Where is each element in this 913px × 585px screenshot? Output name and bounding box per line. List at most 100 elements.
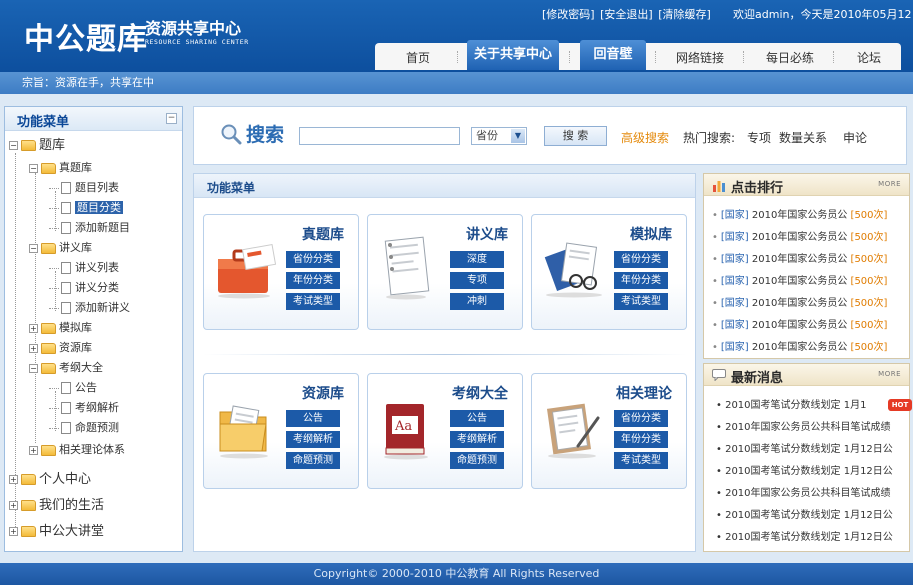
tree-node-handout-list[interactable]: 讲义列表 bbox=[49, 259, 119, 277]
tree-node-personal[interactable]: + 个人中心 bbox=[9, 471, 91, 489]
change-password-link[interactable]: [修改密码] bbox=[542, 8, 595, 21]
search-button[interactable]: 搜 索 bbox=[544, 126, 607, 146]
hot-search-term[interactable]: 专项 bbox=[747, 129, 771, 146]
rank-category[interactable]: [国家] bbox=[721, 320, 749, 331]
tree-node-add-handout[interactable]: 添加新讲义 bbox=[49, 299, 130, 317]
news-text[interactable]: • 2010年国家公务员公共科目笔试成绩 bbox=[716, 422, 891, 433]
ranking-item[interactable]: • [国家] 2010年国家公务员公 [500次] bbox=[712, 341, 887, 355]
card-resources[interactable]: 资源库 公告 考纲解析 命题预测 bbox=[203, 373, 359, 489]
advanced-search-link[interactable]: 高级搜索 bbox=[621, 129, 669, 146]
prediction-button[interactable]: 命题预测 bbox=[450, 452, 504, 469]
card-syllabus[interactable]: Aa 考纲大全 公告 考纲解析 命题预测 bbox=[367, 373, 523, 489]
nav-links[interactable]: 网络链接 bbox=[665, 43, 735, 70]
news-item[interactable]: • 2010国考笔试分数线划定 1月12日公 bbox=[716, 443, 893, 457]
logout-link[interactable]: [安全退出] bbox=[600, 8, 653, 21]
announcement-button[interactable]: 公告 bbox=[286, 410, 340, 427]
rank-category[interactable]: [国家] bbox=[721, 298, 749, 309]
search-input[interactable] bbox=[299, 127, 460, 145]
tree-node-resources[interactable]: + 资源库 bbox=[29, 339, 92, 357]
news-item[interactable]: • 2010国考笔试分数线划定 1月12日公 bbox=[716, 465, 893, 479]
year-category-button[interactable]: 年份分类 bbox=[614, 431, 668, 448]
exam-type-button[interactable]: 考试类型 bbox=[286, 293, 340, 310]
ranking-item[interactable]: • [国家] 2010年国家公务员公 [500次] bbox=[712, 253, 887, 267]
rank-text[interactable]: 2010年国家公务员公 bbox=[752, 254, 847, 265]
card-theory[interactable]: 相关理论 省份分类 年份分类 考试类型 bbox=[531, 373, 687, 489]
tree-node-syllabus-analysis[interactable]: 考纲解析 bbox=[49, 399, 119, 417]
rank-text[interactable]: 2010年国家公务员公 bbox=[752, 276, 847, 287]
card-handouts[interactable]: 讲义库 深度 专项 冲刺 bbox=[367, 214, 523, 330]
syllabus-analysis-button[interactable]: 考纲解析 bbox=[450, 431, 504, 448]
tree-node-syllabus[interactable]: − 考纲大全 bbox=[29, 359, 103, 377]
news-item[interactable]: • 2010国考笔试分数线划定 1月12日公 bbox=[716, 509, 893, 523]
news-text[interactable]: • 2010国考笔试分数线划定 1月12日公 bbox=[716, 444, 893, 455]
year-category-button[interactable]: 年份分类 bbox=[614, 272, 668, 289]
nav-feedback[interactable]: 回音壁 bbox=[580, 40, 646, 70]
tree-node-tiku[interactable]: − 题库 bbox=[9, 137, 65, 155]
card-real-questions[interactable]: 真题库 省份分类 年份分类 考试类型 bbox=[203, 214, 359, 330]
news-text[interactable]: • 2010年国家公务员公共科目笔试成绩 bbox=[716, 488, 891, 499]
ranking-more-link[interactable]: MORE bbox=[878, 180, 901, 188]
ranking-item[interactable]: • [国家] 2010年国家公务员公 [500次] bbox=[712, 209, 887, 223]
special-topic-button[interactable]: 专项 bbox=[450, 272, 504, 289]
rank-text[interactable]: 2010年国家公务员公 bbox=[752, 298, 847, 309]
hot-search-term[interactable]: 申论 bbox=[843, 129, 867, 146]
hot-search-term[interactable]: 数量关系 bbox=[779, 129, 827, 146]
news-item[interactable]: • 2010国考笔试分数线划定 1月12日公 bbox=[716, 531, 893, 545]
exam-type-button[interactable]: 考试类型 bbox=[614, 293, 668, 310]
tree-node-question-list[interactable]: 题目列表 bbox=[49, 179, 119, 197]
province-category-button[interactable]: 省份分类 bbox=[614, 410, 668, 427]
clear-cache-link[interactable]: [清除缓存] bbox=[658, 8, 711, 21]
tree-node-lecture-hall[interactable]: + 中公大讲堂 bbox=[9, 523, 104, 541]
syllabus-analysis-button[interactable]: 考纲解析 bbox=[286, 431, 340, 448]
tree-node-question-category[interactable]: 题目分类 bbox=[49, 199, 123, 217]
collapse-icon[interactable]: − bbox=[9, 141, 18, 150]
expand-icon[interactable]: + bbox=[9, 527, 18, 536]
card-mock[interactable]: 模拟库 省份分类 年份分类 考试类型 bbox=[531, 214, 687, 330]
tree-node-add-question[interactable]: 添加新题目 bbox=[49, 219, 130, 237]
rank-text[interactable]: 2010年国家公务员公 bbox=[752, 232, 847, 243]
chevron-down-icon[interactable]: ▼ bbox=[511, 129, 525, 143]
rank-category[interactable]: [国家] bbox=[721, 232, 749, 243]
news-text[interactable]: • 2010国考笔试分数线划定 1月12日公 bbox=[716, 466, 893, 477]
ranking-item[interactable]: • [国家] 2010年国家公务员公 [500次] bbox=[712, 275, 887, 289]
sprint-button[interactable]: 冲刺 bbox=[450, 293, 504, 310]
rank-text[interactable]: 2010年国家公务员公 bbox=[752, 210, 847, 221]
news-text[interactable]: • 2010国考笔试分数线划定 1月12日公 bbox=[716, 510, 893, 521]
province-select[interactable]: 省份 ▼ bbox=[471, 127, 527, 145]
prediction-button[interactable]: 命题预测 bbox=[286, 452, 340, 469]
collapse-icon[interactable]: − bbox=[29, 243, 38, 253]
province-category-button[interactable]: 省份分类 bbox=[286, 251, 340, 268]
nav-forum[interactable]: 论坛 bbox=[841, 43, 897, 70]
expand-icon[interactable]: + bbox=[29, 445, 38, 455]
announcement-button[interactable]: 公告 bbox=[450, 410, 504, 427]
collapse-icon[interactable]: − bbox=[29, 163, 38, 173]
rank-text[interactable]: 2010年国家公务员公 bbox=[752, 342, 847, 353]
collapse-icon[interactable]: − bbox=[29, 363, 38, 373]
exam-type-button[interactable]: 考试类型 bbox=[614, 452, 668, 469]
nav-daily-practice[interactable]: 每日必练 bbox=[753, 43, 827, 70]
news-text[interactable]: • 2010国考笔试分数线划定 1月1 bbox=[716, 400, 866, 411]
news-text[interactable]: • 2010国考笔试分数线划定 1月12日公 bbox=[716, 532, 893, 543]
news-item[interactable]: • 2010年国家公务员公共科目笔试成绩 bbox=[716, 487, 891, 501]
tree-node-our-life[interactable]: + 我们的生活 bbox=[9, 497, 104, 515]
rank-category[interactable]: [国家] bbox=[721, 276, 749, 287]
news-item[interactable]: • 2010年国家公务员公共科目笔试成绩 bbox=[716, 421, 891, 435]
tree-node-theory[interactable]: + 相关理论体系 bbox=[29, 441, 125, 459]
year-category-button[interactable]: 年份分类 bbox=[286, 272, 340, 289]
rank-text[interactable]: 2010年国家公务员公 bbox=[752, 320, 847, 331]
nav-about[interactable]: 关于共享中心 bbox=[467, 40, 559, 70]
expand-icon[interactable]: + bbox=[9, 475, 18, 484]
tree-node-mock[interactable]: + 模拟库 bbox=[29, 319, 92, 337]
expand-icon[interactable]: + bbox=[29, 323, 38, 333]
tree-node-zhentiku[interactable]: − 真题库 bbox=[29, 159, 92, 177]
ranking-item[interactable]: • [国家] 2010年国家公务员公 [500次] bbox=[712, 231, 887, 245]
rank-category[interactable]: [国家] bbox=[721, 210, 749, 221]
collapse-icon[interactable]: − bbox=[166, 113, 177, 124]
rank-category[interactable]: [国家] bbox=[721, 342, 749, 353]
tree-node-prediction[interactable]: 命题预测 bbox=[49, 419, 119, 437]
expand-icon[interactable]: + bbox=[29, 343, 38, 353]
tree-node-announcement[interactable]: 公告 bbox=[49, 379, 97, 397]
ranking-item[interactable]: • [国家] 2010年国家公务员公 [500次] bbox=[712, 297, 887, 311]
tree-node-handouts[interactable]: − 讲义库 bbox=[29, 239, 92, 257]
rank-category[interactable]: [国家] bbox=[721, 254, 749, 265]
